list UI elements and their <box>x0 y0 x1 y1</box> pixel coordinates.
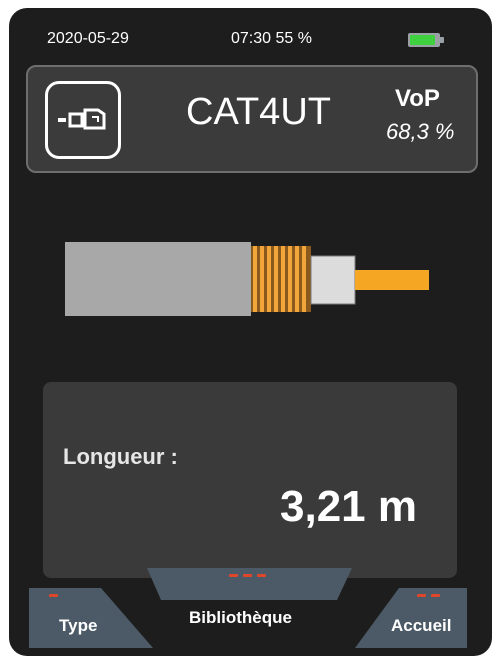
battery-icon <box>408 33 446 47</box>
device-screen: 2020-05-29 07:30 55 % CAT4UT VoP 68,3 % <box>9 8 492 656</box>
library-softkey-label: Bibliothèque <box>189 608 292 627</box>
cable-name: CAT4UT <box>186 91 331 133</box>
status-date: 2020-05-29 <box>47 30 129 47</box>
length-label: Longueur : <box>63 444 178 469</box>
home-softkey[interactable]: Accueil <box>355 564 467 656</box>
softkey-bar: Type Bibliothèque Accueil <box>9 564 492 656</box>
connector-icon <box>58 108 106 130</box>
library-softkey[interactable]: Bibliothèque <box>147 564 352 656</box>
length-value: 3,21 m <box>280 482 417 531</box>
coax-cable-illustration <box>65 242 429 316</box>
connector-button[interactable] <box>45 81 121 159</box>
home-softkey-label: Accueil <box>391 616 452 635</box>
vop-label: VoP <box>395 85 440 112</box>
status-time-battery: 07:30 55 % <box>231 30 312 47</box>
cable-info-panel: CAT4UT VoP 68,3 % <box>26 65 478 173</box>
status-bar: 2020-05-29 07:30 55 % <box>9 30 492 56</box>
result-panel: Longueur : 3,21 m <box>43 382 457 578</box>
vop-value: 68,3 % <box>386 119 455 144</box>
type-softkey[interactable]: Type <box>29 564 153 656</box>
type-softkey-label: Type <box>59 616 98 635</box>
